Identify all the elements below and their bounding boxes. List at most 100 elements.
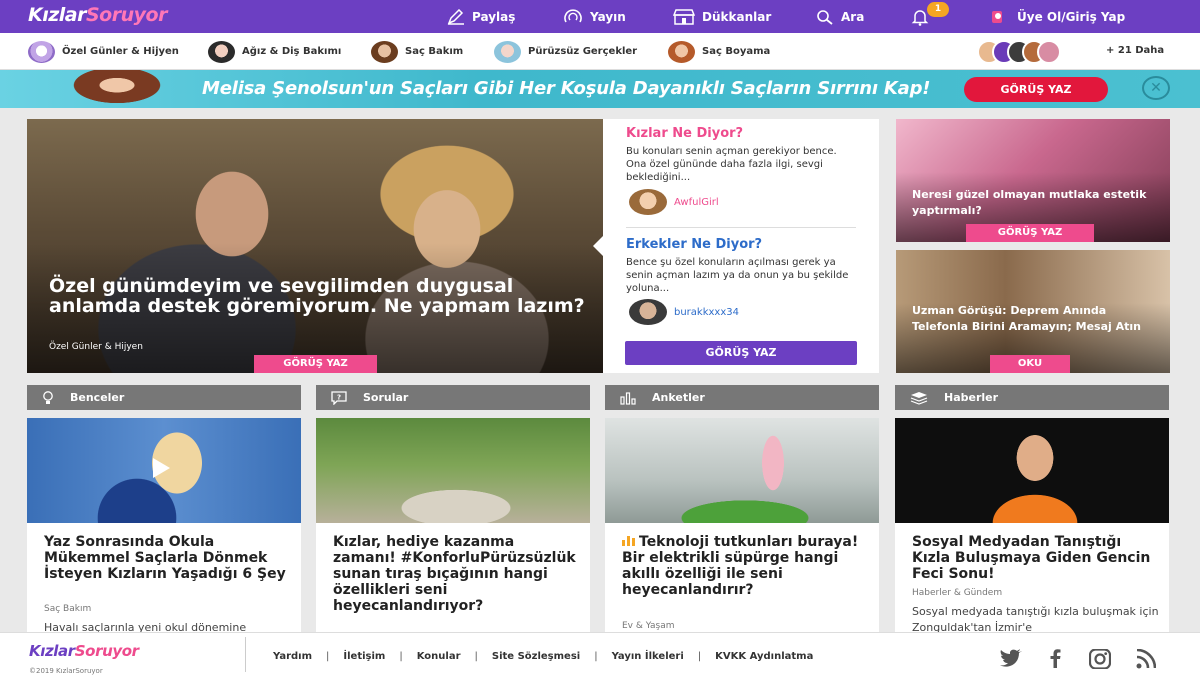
side-article-title[interactable]: Uzman Görüşü: Deprem Anında Telefonla Bi… [912,303,1162,335]
article-title[interactable]: Yaz Sonrasında Okula Mükemmel Saçlarla D… [44,534,292,582]
footer: KızlarSoruyor ©2019 KızlarSoruyor Yardım… [0,632,1200,675]
footer-link-kvkk[interactable]: KVKK Aydınlatma [715,651,813,662]
notification-badge: 1 [927,2,949,17]
lightbulb-icon [43,390,53,404]
footer-link-publishing[interactable]: Yayın İlkeleri [612,651,684,662]
play-icon[interactable] [153,458,170,478]
avatar [1037,40,1061,64]
question-bubble-icon: ? [331,390,347,405]
nav-search[interactable]: Ara [816,0,864,33]
store-icon [673,8,695,25]
logo-part1: Kızlar [29,642,75,660]
hero-article[interactable]: Özel günümdeyim ve sevgilimden duygusal … [27,119,603,373]
nav-stores[interactable]: Dükkanlar [673,0,771,33]
article-image [895,418,1169,523]
girls-opinion-heading: Kızlar Ne Diyor? [626,126,744,141]
side-article[interactable]: Uzman Görüşü: Deprem Anında Telefonla Bi… [896,250,1170,373]
footer-logo[interactable]: KızlarSoruyor [29,642,139,660]
article-title[interactable]: Sosyal Medyadan Tanıştığı Kızla Buluşmay… [912,534,1160,582]
girls-opinion-text[interactable]: Bu konuları senin açman gerekiyor bence.… [626,145,856,184]
separator: | [697,651,702,662]
user-icon [992,10,1002,23]
footer-link-topics[interactable]: Konular [417,651,461,662]
section-label: Anketler [652,391,705,404]
login-button[interactable]: Üye Ol/Giriş Yap [990,0,1125,33]
logo-part2: Soruyor [86,4,167,26]
banner-comment-button[interactable]: GÖRÜŞ YAZ [964,77,1108,102]
facebook-icon[interactable] [1049,649,1061,668]
boys-opinion-text[interactable]: Bence şu özel konuların açılması gerek y… [626,256,856,295]
username: AwfulGirl [674,196,719,208]
poll-icon [622,536,635,546]
boys-opinion-user[interactable]: burakkxxx34 [629,299,739,325]
footer-link-help[interactable]: Yardım [273,651,312,662]
section-label: Haberler [944,391,999,404]
nav-share[interactable]: Paylaş [447,0,515,33]
hero-title[interactable]: Özel günümdeyim ve sevgilimden duygusal … [49,276,589,316]
bar-chart-icon [620,391,636,405]
separator: | [474,651,478,662]
section-tab-benceler[interactable]: Benceler [27,385,301,410]
section-tab-anketler[interactable]: Anketler [605,385,879,410]
site-logo[interactable]: KızlarSoruyor [28,4,167,26]
category-item[interactable]: Özel Günler & Hijyen [28,39,179,64]
category-item[interactable]: Pürüzsüz Gerçekler [494,39,637,64]
category-label: Özel Günler & Hijyen [62,46,179,57]
rss-icon[interactable] [1136,649,1156,669]
side-read-button[interactable]: OKU [990,355,1070,373]
newspaper-icon [910,391,928,405]
article-image [605,418,879,523]
twitter-icon[interactable] [999,649,1023,667]
article-card[interactable]: Yaz Sonrasında Okula Mükemmel Saçlarla D… [27,418,301,633]
article-category[interactable]: Saç Bakım [44,604,91,614]
separator: | [326,651,330,662]
section-tab-haberler[interactable]: Haberler [895,385,1169,410]
category-label: Pürüzsüz Gerçekler [528,46,638,57]
article-title[interactable]: Teknoloji tutkunları buraya! Bir elektri… [622,534,870,598]
side-comment-button[interactable]: GÖRÜŞ YAZ [966,224,1094,242]
article-image [316,418,590,523]
separator: | [399,651,403,662]
girls-opinion-user[interactable]: AwfulGirl [629,189,719,215]
avatar [629,299,667,325]
banner-text: Melisa Şenolsun'un Saçları Gibi Her Koşu… [202,78,931,99]
boys-opinion-heading: Erkekler Ne Diyor? [626,237,763,252]
divider [245,637,246,672]
article-card[interactable]: Teknoloji tutkunları buraya! Bir elektri… [605,418,879,633]
article-title-text: Teknoloji tutkunları buraya! Bir elektri… [622,534,859,598]
footer-links: Yardım | İletişim | Konular | Site Sözleşme… [273,651,813,662]
section-label: Sorular [363,391,409,404]
category-item[interactable]: Saç Boyama [668,39,770,64]
category-item[interactable]: Ağız & Diş Bakımı [208,39,341,64]
footer-link-terms[interactable]: Site Sözleşmesi [492,651,580,662]
nav-broadcast-label: Yayın [590,9,626,24]
promo-banner[interactable]: Melisa Şenolsun'un Saçları Gibi Her Koşu… [0,70,1200,108]
svg-text:?: ? [337,393,341,401]
more-categories-avatars[interactable] [977,40,1061,64]
category-label: Saç Bakım [405,46,464,57]
category-avatar [494,40,521,63]
close-icon[interactable]: ✕ [1142,76,1170,100]
article-category[interactable]: Ev & Yaşam [622,621,675,631]
side-article-title[interactable]: Neresi güzel olmayan mutlaka estetik yap… [912,187,1162,219]
article-card[interactable]: Kızlar, hediye kazanma zamanı! #Konforlu… [316,418,590,633]
hero-comment-button[interactable]: GÖRÜŞ YAZ [254,355,377,373]
article-excerpt: Sosyal medyada tanıştığı kızla buluşmak … [912,605,1159,633]
nav-broadcast[interactable]: Yayın [563,0,626,33]
username: burakkxxx34 [674,306,739,318]
comment-button[interactable]: GÖRÜŞ YAZ [625,341,857,365]
section-tab-sorular[interactable]: ? Sorular [316,385,590,410]
footer-link-contact[interactable]: İletişim [343,651,385,662]
instagram-icon[interactable] [1089,649,1111,669]
article-card[interactable]: Sosyal Medyadan Tanıştığı Kızla Buluşmay… [895,418,1169,633]
article-title[interactable]: Kızlar, hediye kazanma zamanı! #Konforlu… [333,534,581,614]
more-categories-link[interactable]: + 21 Daha [1106,45,1164,56]
category-item[interactable]: Saç Bakım [371,39,463,64]
article-category[interactable]: Haberler & Gündem [912,588,1002,598]
opinions-panel: Kızlar Ne Diyor? Bu konuları senin açman… [593,119,879,373]
hero-category[interactable]: Özel Günler & Hijyen [49,342,143,352]
side-article[interactable]: Neresi güzel olmayan mutlaka estetik yap… [896,119,1170,242]
category-avatar [28,40,55,63]
avatar [629,189,667,215]
category-bar: Özel Günler & Hijyen Ağız & Diş Bakımı S… [0,33,1200,70]
